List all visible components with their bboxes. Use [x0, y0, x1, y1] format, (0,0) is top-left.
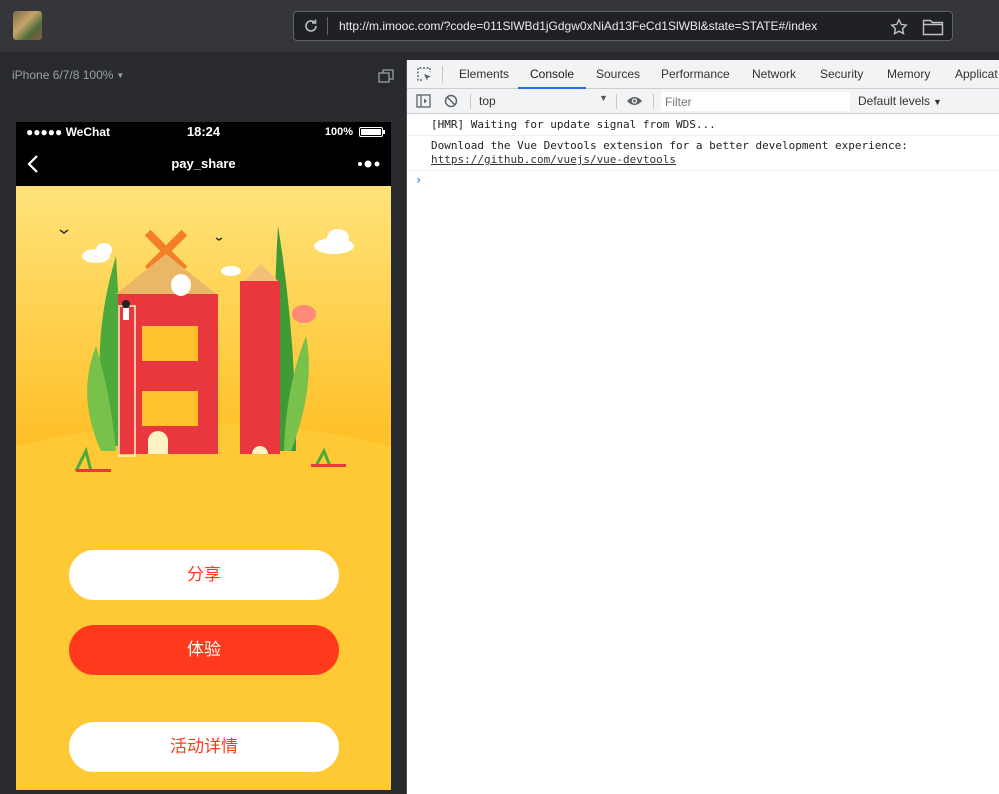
more-dots-icon[interactable] — [357, 159, 381, 169]
bookmark-star-icon[interactable] — [890, 18, 908, 36]
log-text: Download the Vue Devtools extension for … — [431, 139, 908, 152]
toolbar-separator — [470, 94, 471, 109]
toolbar-separator — [653, 94, 654, 109]
tab-network[interactable]: Network — [752, 60, 796, 88]
profile-avatar[interactable] — [13, 11, 42, 40]
console-message: [HMR] Waiting for update signal from WDS… — [407, 115, 999, 136]
console-message: Download the Vue Devtools extension for … — [407, 136, 999, 171]
devtools-link[interactable]: https://github.com/vuejs/vue-devtools — [431, 153, 676, 166]
tab-application[interactable]: Applicat — [955, 60, 998, 88]
device-select[interactable]: iPhone 6/7/8 100% ▼ — [12, 68, 124, 82]
inspect-element-icon[interactable] — [416, 66, 432, 82]
nav-bar: pay_share — [16, 142, 391, 186]
log-levels-select[interactable]: Default levels ▼ — [858, 94, 942, 108]
tab-sources[interactable]: Sources — [596, 60, 640, 88]
battery-percent: 100% — [324, 126, 353, 138]
tab-console[interactable]: Console — [517, 60, 587, 89]
share-button[interactable]: 分享 — [69, 550, 339, 600]
reload-icon[interactable] — [303, 18, 319, 34]
url-text[interactable]: http://m.imooc.com/?code=011SlWBd1jGdgw0… — [339, 19, 817, 33]
console-output: [HMR] Waiting for update signal from WDS… — [407, 115, 999, 189]
battery-icon — [359, 127, 385, 137]
tab-performance[interactable]: Performance — [661, 60, 730, 88]
live-expression-eye-icon[interactable] — [626, 95, 643, 107]
tab-elements[interactable]: Elements — [459, 60, 509, 88]
address-separator — [327, 17, 328, 35]
try-button[interactable]: 体验 — [69, 625, 339, 675]
log-levels-label: Default levels — [858, 94, 931, 108]
hero-illustration — [16, 186, 391, 506]
folder-icon[interactable] — [922, 18, 944, 36]
browser-top-bar: http://m.imooc.com/?code=011SlWBd1jGdgw0… — [0, 0, 999, 52]
address-bar[interactable]: http://m.imooc.com/?code=011SlWBd1jGdgw0… — [293, 11, 953, 41]
console-filter-input[interactable] — [661, 92, 850, 111]
tab-security[interactable]: Security — [820, 60, 863, 88]
caret-down-icon: ▼ — [599, 93, 608, 103]
device-label: iPhone 6/7/8 100% — [12, 68, 114, 82]
toolbar-separator — [616, 94, 617, 109]
page-title: pay_share — [171, 156, 236, 171]
activity-details-button[interactable]: 活动详情 — [69, 722, 339, 772]
console-prompt[interactable]: › — [407, 171, 999, 189]
context-select[interactable]: top — [479, 94, 496, 108]
show-sidebar-icon[interactable] — [416, 94, 431, 108]
caret-down-icon: ▼ — [933, 97, 942, 107]
tab-memory[interactable]: Memory — [887, 60, 930, 88]
devtools-panel: Elements Console Sources Performance Net… — [407, 60, 999, 794]
tab-separator — [442, 66, 443, 83]
log-text: [HMR] Waiting for update signal from WDS… — [431, 118, 716, 131]
devtools-tab-bar: Elements Console Sources Performance Net… — [407, 60, 999, 89]
rotate-device-icon[interactable] — [378, 69, 394, 83]
clear-console-icon[interactable] — [444, 94, 458, 108]
phone-viewport: ●●●●● WeChat 18:24 100% pay_share 分享 体验 … — [16, 122, 391, 790]
device-toolbar: iPhone 6/7/8 100% ▼ — [0, 60, 406, 92]
status-bar: ●●●●● WeChat 18:24 100% — [16, 122, 391, 142]
caret-down-icon: ▼ — [116, 71, 125, 80]
console-toolbar: top ▼ Default levels▼ — [407, 89, 999, 114]
